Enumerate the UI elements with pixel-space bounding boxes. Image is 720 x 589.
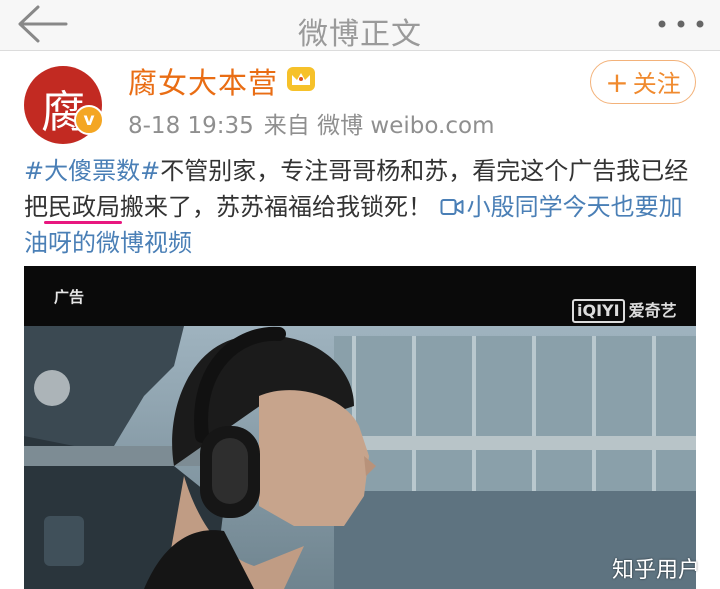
page-title: 微博正文 (298, 17, 422, 52)
username[interactable]: 腐女大本营 (128, 60, 278, 102)
more-button[interactable] (656, 14, 706, 34)
more-dots-icon (658, 20, 704, 28)
hashtag-link[interactable]: #大傻票数# (24, 157, 160, 185)
follow-label: 关注 (632, 70, 681, 98)
highlighted-text: 民政局 (48, 193, 120, 221)
post-text-part2: 搬来了，苏苏福福给我锁死！ (120, 193, 432, 221)
iqiyi-logo-mark: iQIYI (572, 299, 625, 323)
watermark: 知乎用户 (612, 558, 701, 583)
post-meta: 8-18 19:35 来自 微博 weibo.com (128, 106, 504, 140)
verified-badge: v (74, 105, 104, 135)
iqiyi-logo-text: 爱奇艺 (628, 301, 677, 320)
iqiyi-logo: iQIYI 爱奇艺 (572, 297, 677, 323)
post-text: #大傻票数#不管别家，专注哥哥杨和苏，看完这个广告我已经把民政局搬来了，苏苏福福… (24, 153, 704, 261)
plus-icon: + (605, 66, 629, 99)
top-nav-bar: 微博正文 (0, 0, 720, 52)
video-frame (24, 326, 696, 589)
video-camera-icon (440, 199, 464, 215)
follow-button[interactable]: + 关注 (590, 60, 696, 104)
crown-icon (287, 67, 315, 91)
post-date: 8-18 19:35 (128, 113, 254, 139)
post-source: 来自 微博 weibo.com (263, 113, 495, 139)
ad-label: 广告 (54, 288, 85, 306)
video-player[interactable]: 广告 iQIYI 爱奇艺 (24, 266, 696, 589)
